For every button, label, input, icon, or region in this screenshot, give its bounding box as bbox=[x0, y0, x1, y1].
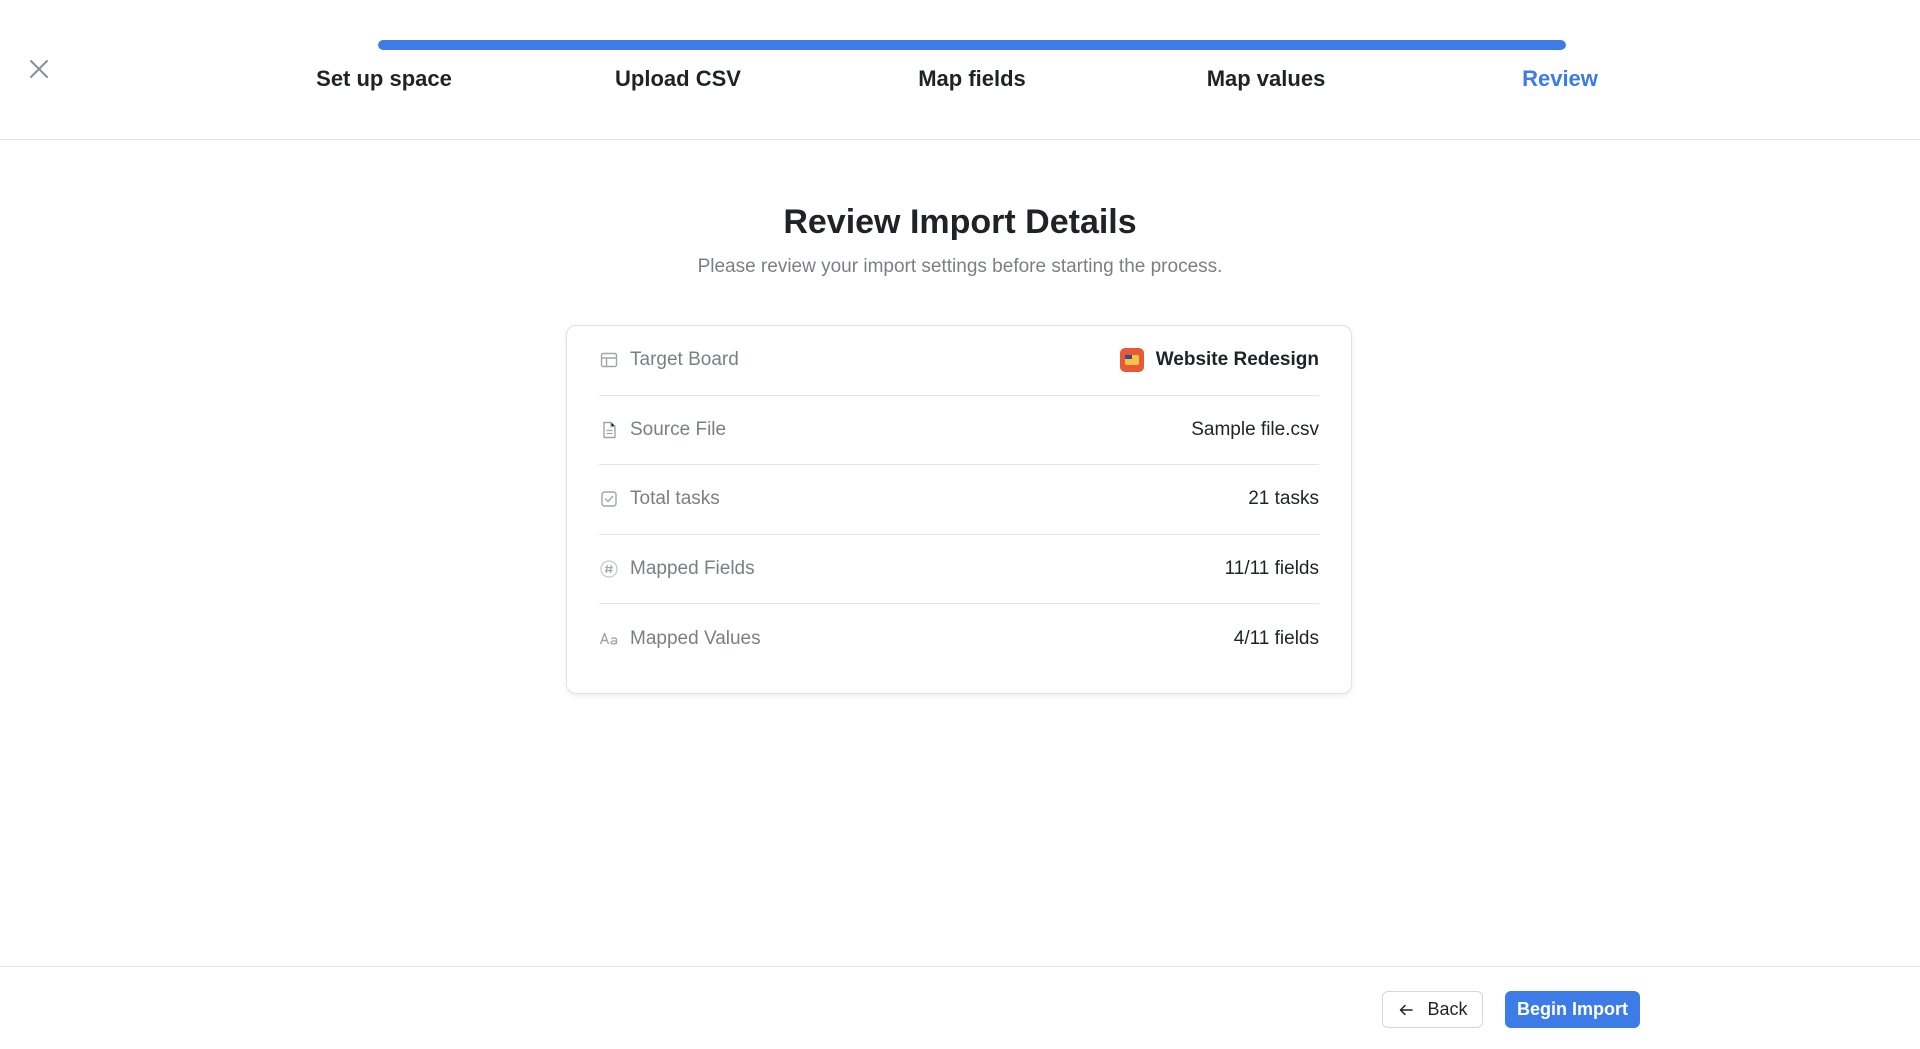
detail-value: 11/11 fields bbox=[1224, 558, 1319, 580]
review-content: Review Import Details Please review your… bbox=[0, 141, 1920, 965]
hash-icon bbox=[599, 559, 619, 579]
detail-value: Website Redesign bbox=[1155, 349, 1319, 371]
step-map-fields[interactable]: Map fields bbox=[918, 66, 1026, 92]
detail-value: 21 tasks bbox=[1248, 488, 1319, 510]
wizard-header: Set up space Upload CSV Map fields Map v… bbox=[0, 0, 1920, 140]
step-list: Set up space Upload CSV Map fields Map v… bbox=[0, 66, 1920, 102]
step-set-up-space[interactable]: Set up space bbox=[316, 66, 452, 92]
detail-label: Mapped Fields bbox=[630, 558, 755, 580]
text-format-icon bbox=[599, 629, 619, 649]
detail-row-target-board: Target Board Website Redesign bbox=[599, 326, 1319, 396]
detail-label: Mapped Values bbox=[630, 628, 761, 650]
begin-import-button[interactable]: Begin Import bbox=[1505, 991, 1640, 1028]
page-title: Review Import Details bbox=[783, 203, 1137, 241]
arrow-left-icon bbox=[1397, 1001, 1415, 1019]
detail-label: Target Board bbox=[630, 349, 739, 371]
file-icon bbox=[599, 420, 619, 440]
wizard-footer: Back Begin Import bbox=[0, 966, 1920, 1049]
progress-fill bbox=[378, 40, 1566, 50]
detail-row-total-tasks: Total tasks 21 tasks bbox=[599, 465, 1319, 535]
back-button[interactable]: Back bbox=[1382, 991, 1483, 1028]
board-avatar-icon bbox=[1119, 348, 1144, 373]
detail-value: 4/11 fields bbox=[1233, 628, 1319, 650]
checkbox-icon bbox=[599, 489, 619, 509]
detail-row-mapped-values: Mapped Values 4/11 fields bbox=[599, 604, 1319, 674]
step-map-values[interactable]: Map values bbox=[1207, 66, 1326, 92]
detail-row-source-file: Source File Sample file.csv bbox=[599, 396, 1319, 466]
detail-label: Source File bbox=[630, 418, 727, 440]
back-button-label: Back bbox=[1427, 999, 1468, 1019]
detail-label: Total tasks bbox=[630, 488, 720, 510]
board-layout-icon bbox=[599, 350, 619, 370]
step-review[interactable]: Review bbox=[1522, 66, 1598, 92]
page-subtitle: Please review your import settings befor… bbox=[697, 256, 1223, 277]
progress-bar bbox=[378, 40, 1566, 50]
import-details-card: Target Board Website Redesign Source Fil… bbox=[566, 325, 1352, 694]
step-upload-csv[interactable]: Upload CSV bbox=[615, 66, 741, 92]
detail-row-mapped-fields: Mapped Fields 11/11 fields bbox=[599, 535, 1319, 605]
detail-value: Sample file.csv bbox=[1191, 418, 1319, 440]
